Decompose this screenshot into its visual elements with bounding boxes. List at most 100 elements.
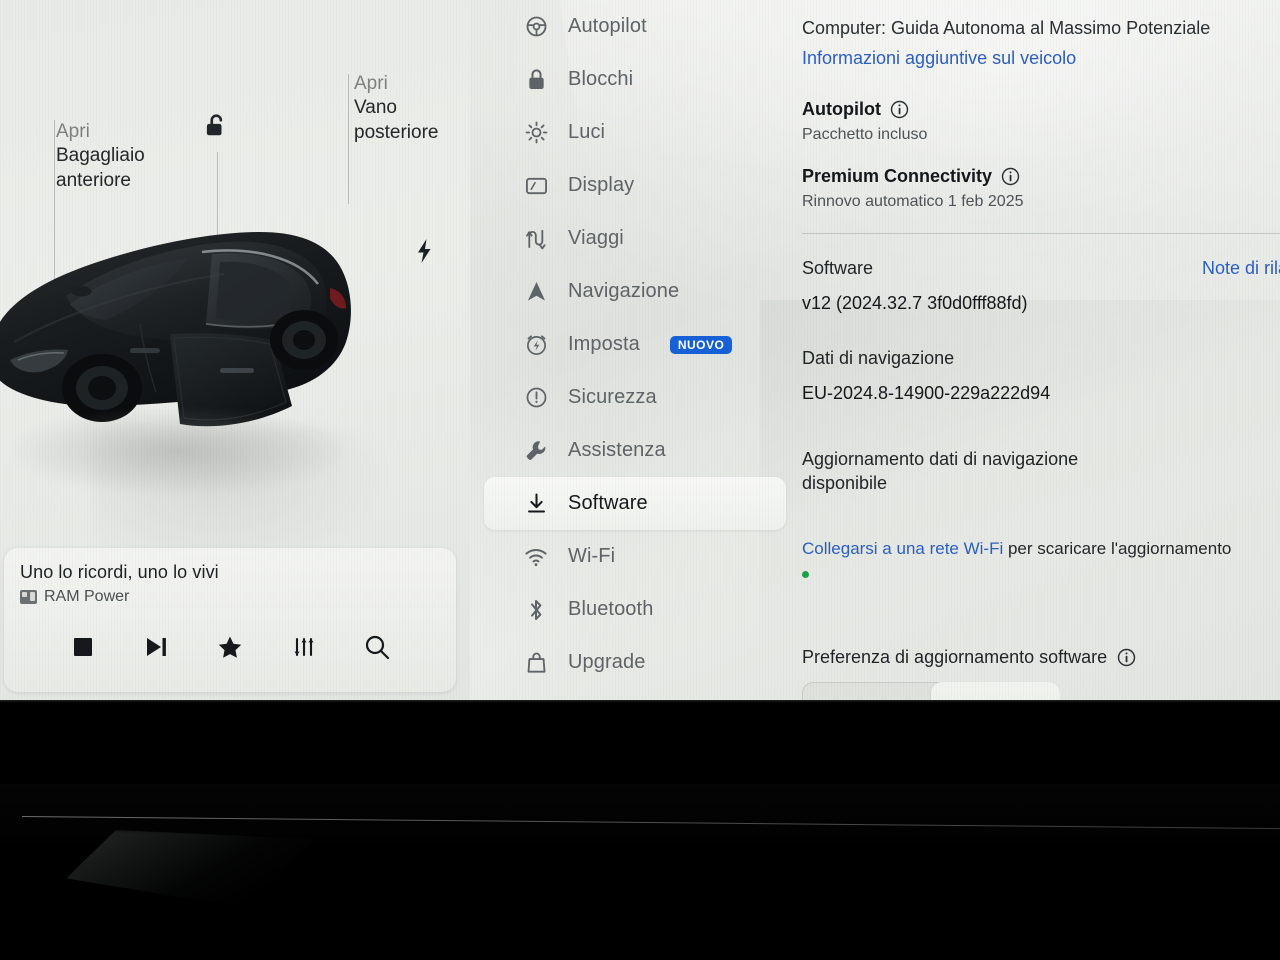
nav-update-note-line2: disponibile [802,473,888,494]
next-track-button[interactable] [136,628,176,666]
bag-icon [524,651,548,675]
software-version-row: Software Note di rila [802,258,1280,279]
sidebar-label-sicurezza: Sicurezza [568,386,657,408]
sidebar-label-autopilot: Autopilot [568,15,647,37]
sidebar-label-blocchi: Blocchi [568,68,634,90]
sidebar-item-display[interactable]: Display [484,159,786,212]
wifi-connect-link[interactable]: Collegarsi a una rete Wi-Fi [802,539,1003,558]
leader-line-rear-trunk [348,74,349,204]
media-controls [20,628,440,666]
section-divider-1 [802,233,1280,235]
bluetooth-icon [524,598,548,622]
sidebar-item-assistenza[interactable]: Assistenza [484,424,786,477]
navigation-arrow-icon [524,280,548,304]
software-detail-panel: Computer: Guida Autonoma al Massimo Pote… [800,0,1280,700]
unlock-icon[interactable] [202,112,228,138]
sidebar-item-luci[interactable]: Luci [484,106,786,159]
rear-trunk-action: Apri [354,73,388,94]
sidebar-item-autopilot[interactable]: Autopilot [484,0,786,53]
autopilot-section-title: Autopilot [802,99,1280,120]
sidebar-item-viaggi[interactable]: Viaggi [484,212,786,265]
search-button[interactable] [357,628,397,666]
new-badge: NUOVO [669,335,733,354]
premium-connectivity-info-icon[interactable] [1001,167,1020,186]
autopilot-title-text: Autopilot [802,99,881,120]
media-track-title: Uno lo ricordi, uno lo vivi [20,562,219,582]
screen-bottom-edge [0,700,1280,703]
update-preference-title-text: Preferenza di aggiornamento software [802,646,1108,667]
wifi-prompt-rest: per scaricare l'aggiornamento [1003,538,1232,558]
bottom-taskbar: Manuale 21.0 › [0,700,1280,784]
sidebar-label-viaggi: Viaggi [568,227,624,249]
status-indicator-dot [802,570,809,578]
vehicle-3d-render[interactable] [0,192,444,578]
nav-update-note-line1: Aggiornamento dati di navigazione [802,449,1079,470]
rear-trunk-target-line2: posteriore [354,121,439,143]
display-icon [524,174,548,198]
update-preference-title: Preferenza di aggiornamento software [802,647,1280,668]
sidebar-label-navigazione: Navigazione [568,280,680,302]
nav-data-label: Dati di navigazione [802,348,955,369]
sidebar-label-upgrade: Upgrade [568,651,646,673]
sidebar-label-assistenza: Assistenza [568,439,666,461]
media-source-name: RAM Power [44,588,130,605]
steering-wheel-icon [524,15,548,39]
vehicle-info-link[interactable]: Informazioni aggiuntive sul veicolo [802,46,1280,71]
sidebar-item-imposta[interactable]: Imposta NUOVO [484,318,786,371]
sidebar-item-sicurezza[interactable]: Sicurezza [484,371,786,424]
equalizer-button[interactable] [284,628,324,666]
premium-connectivity-title: Premium Connectivity [802,166,1280,187]
premium-connectivity-subtitle: Rinnovo automatico 1 feb 2025 [802,193,1024,211]
sidebar-label-bluetooth: Bluetooth [568,598,654,620]
sidebar-label-display: Display [568,174,635,196]
vehicle-visualization-panel: Apri Bagagliaio anteriore Apri Vano post… [0,0,470,700]
sidebar-item-software[interactable]: Software [484,477,786,530]
tesla-touchscreen: Apri Bagagliaio anteriore Apri Vano post… [0,0,1280,960]
dashboard-bezel [0,784,1280,960]
front-trunk-action: Apri [56,121,90,142]
software-label: Software [802,258,874,279]
sidebar-item-wifi[interactable]: Wi-Fi [484,530,786,583]
charge-schedule-icon [524,333,548,357]
sidebar-label-luci: Luci [568,121,606,143]
rear-trunk-label[interactable]: Apri Vano posteriore [354,72,439,145]
wifi-download-prompt: Collegarsi a una rete Wi-Fi per scaricar… [802,538,1280,561]
bezel-reflection [66,830,316,908]
media-player-card[interactable]: Uno lo ricordi, uno lo vivi RAM Power [4,548,456,692]
rear-trunk-target-line1: Vano [354,97,397,119]
infotainment-screen: Apri Bagagliaio anteriore Apri Vano post… [0,0,1280,700]
trips-icon [524,227,548,251]
sidebar-item-blocchi[interactable]: Blocchi [484,53,786,106]
autopilot-info-icon[interactable] [890,100,909,119]
media-source-row: RAM Power [20,588,440,606]
favorite-button[interactable] [210,628,250,666]
sidebar-item-bluetooth[interactable]: Bluetooth [484,583,786,636]
front-trunk-target-line1: Bagagliaio [56,145,145,167]
computer-config-line: Computer: Guida Autonoma al Massimo Pote… [802,18,1211,38]
stop-button[interactable] [63,628,103,666]
brightness-icon [524,121,548,145]
sidebar-item-navigazione[interactable]: Navigazione [484,265,786,318]
lock-icon [524,68,548,92]
wifi-icon [524,545,548,569]
settings-nav-list[interactable]: Autopilot Blocchi Luci Display Viaggi Na… [470,0,800,700]
nav-data-value: EU-2024.8-14900-229a222d94 [802,383,1051,404]
safety-alert-icon [524,386,548,410]
segment-avanzato[interactable]: Avanzato [931,681,1060,700]
update-preference-segmented-control[interactable]: Standard Avanzato [802,681,1060,701]
front-trunk-label[interactable]: Apri Bagagliaio anteriore [56,120,145,193]
sidebar-label-software: Software [568,492,648,514]
premium-connectivity-title-text: Premium Connectivity [802,166,993,187]
autopilot-subtitle: Pacchetto incluso [802,126,928,144]
bezel-highlight-line [21,816,1280,830]
software-version-value: v12 (2024.32.7 3f0d0fff88fd) [802,293,1028,314]
sidebar-label-imposta: Imposta [568,333,640,355]
sidebar-label-wifi: Wi-Fi [568,545,616,567]
release-notes-link[interactable]: Note di rila [1202,258,1280,279]
segment-standard[interactable]: Standard [802,682,931,701]
radio-source-icon [20,590,37,604]
update-preference-info-icon[interactable] [1117,648,1136,667]
sidebar-item-upgrade[interactable]: Upgrade [484,636,786,689]
wrench-icon [524,439,548,463]
front-trunk-target-line2: anteriore [56,169,131,191]
